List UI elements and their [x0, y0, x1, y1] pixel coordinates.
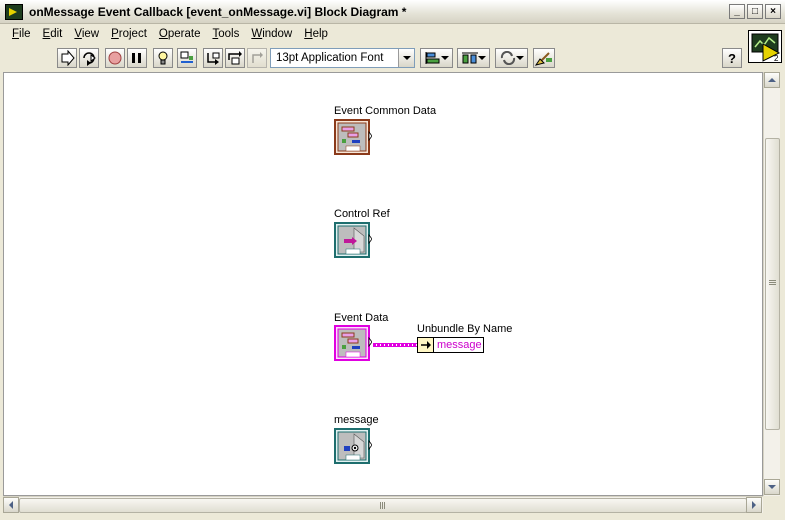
vi-icon-badge: 2 — [774, 54, 779, 62]
chevron-down-icon — [768, 485, 776, 489]
minimize-button[interactable]: _ — [729, 4, 745, 19]
distribute-objects-button[interactable] — [457, 48, 490, 68]
menu-project[interactable]: Project — [105, 28, 153, 40]
reorder-button[interactable] — [495, 48, 528, 68]
scroll-up-button[interactable] — [764, 72, 780, 88]
svg-text:?: ? — [728, 51, 736, 66]
menu-operate[interactable]: Operate — [153, 28, 207, 40]
chevron-down-icon — [478, 56, 486, 60]
vertical-scrollbar[interactable] — [763, 72, 780, 496]
horizontal-scrollbar[interactable] — [3, 496, 763, 513]
chevron-right-icon — [752, 501, 756, 509]
menu-file[interactable]: File — [6, 28, 37, 40]
run-icon — [61, 50, 75, 66]
retain-wire-values-icon — [180, 51, 193, 63]
unbundle-field-message[interactable]: message — [434, 338, 483, 352]
chevron-left-icon — [9, 501, 13, 509]
scrollbar-corner — [763, 496, 780, 513]
unbundle-by-name-label: Unbundle By Name — [417, 323, 513, 335]
step-into-button[interactable] — [203, 48, 223, 68]
toolbar: 13pt Application Font ? — [0, 45, 745, 72]
scroll-right-button[interactable] — [746, 497, 762, 513]
highlight-execution-button[interactable] — [153, 48, 173, 68]
vi-icon[interactable]: 2 — [748, 30, 782, 63]
cluster-wire[interactable] — [373, 343, 417, 347]
event-data-terminal[interactable] — [334, 325, 373, 361]
chevron-down-icon — [441, 56, 449, 60]
step-out-icon — [252, 52, 263, 63]
menu-tools[interactable]: Tools — [206, 28, 245, 40]
font-selector-value: 13pt Application Font — [276, 52, 384, 64]
reorder-icon — [500, 51, 516, 65]
clean-up-diagram-icon — [535, 52, 552, 66]
run-continuously-button[interactable] — [79, 48, 99, 68]
abort-icon — [108, 51, 122, 65]
menu-view[interactable]: View — [68, 28, 105, 40]
event-common-data-label: Event Common Data — [334, 105, 437, 117]
run-continuously-icon — [83, 52, 96, 66]
scroll-grip-icon — [380, 502, 386, 509]
font-dropdown-arrow[interactable] — [398, 49, 414, 67]
scroll-grip-icon — [769, 280, 776, 286]
font-selector[interactable]: 13pt Application Font — [270, 48, 415, 68]
title-bar: onMessage Event Callback [event_onMessag… — [0, 0, 785, 24]
labview-app-icon — [5, 3, 23, 20]
step-over-icon — [228, 51, 242, 65]
menu-bar: File Edit View Project Operate Tools Win… — [0, 25, 334, 43]
align-objects-button[interactable] — [420, 48, 453, 68]
control-ref-label: Control Ref — [334, 208, 390, 220]
retain-wire-values-button[interactable] — [177, 48, 197, 68]
step-over-button[interactable] — [225, 48, 245, 68]
step-out-button[interactable] — [247, 48, 267, 68]
chevron-down-icon — [402, 56, 411, 60]
clean-up-diagram-button[interactable] — [533, 48, 555, 68]
message-label: message — [334, 414, 379, 426]
align-objects-icon — [425, 52, 440, 64]
scroll-left-button[interactable] — [3, 497, 19, 513]
context-help-button[interactable]: ? — [722, 48, 742, 68]
step-into-icon — [207, 52, 220, 65]
pause-button[interactable] — [127, 48, 147, 68]
window-title: onMessage Event Callback [event_onMessag… — [29, 4, 407, 19]
context-help-icon: ? — [728, 51, 736, 66]
chevron-down-icon — [516, 56, 524, 60]
unbundle-by-name-node[interactable]: message — [417, 337, 484, 353]
vertical-scroll-thumb[interactable] — [765, 138, 780, 430]
control-ref-terminal[interactable] — [334, 222, 373, 258]
scroll-down-button[interactable] — [764, 479, 780, 495]
menu-help[interactable]: Help — [298, 28, 334, 40]
unbundle-arrow-icon — [418, 338, 434, 352]
event-common-data-terminal[interactable] — [334, 119, 373, 155]
horizontal-scroll-thumb[interactable] — [19, 498, 747, 513]
menu-window[interactable]: Window — [245, 28, 298, 40]
menu-edit[interactable]: Edit — [37, 28, 69, 40]
distribute-objects-icon — [462, 52, 478, 64]
maximize-button[interactable]: □ — [747, 4, 763, 19]
message-terminal[interactable] — [334, 428, 373, 464]
close-button[interactable]: × — [765, 4, 781, 19]
abort-button[interactable] — [105, 48, 125, 68]
pause-icon — [132, 53, 141, 63]
event-data-label: Event Data — [334, 312, 389, 324]
run-button[interactable] — [57, 48, 77, 68]
highlight-execution-icon — [158, 51, 168, 65]
block-diagram-canvas[interactable]: Event Common Data Control Ref Event Data — [3, 72, 763, 496]
chevron-up-icon — [768, 78, 776, 82]
